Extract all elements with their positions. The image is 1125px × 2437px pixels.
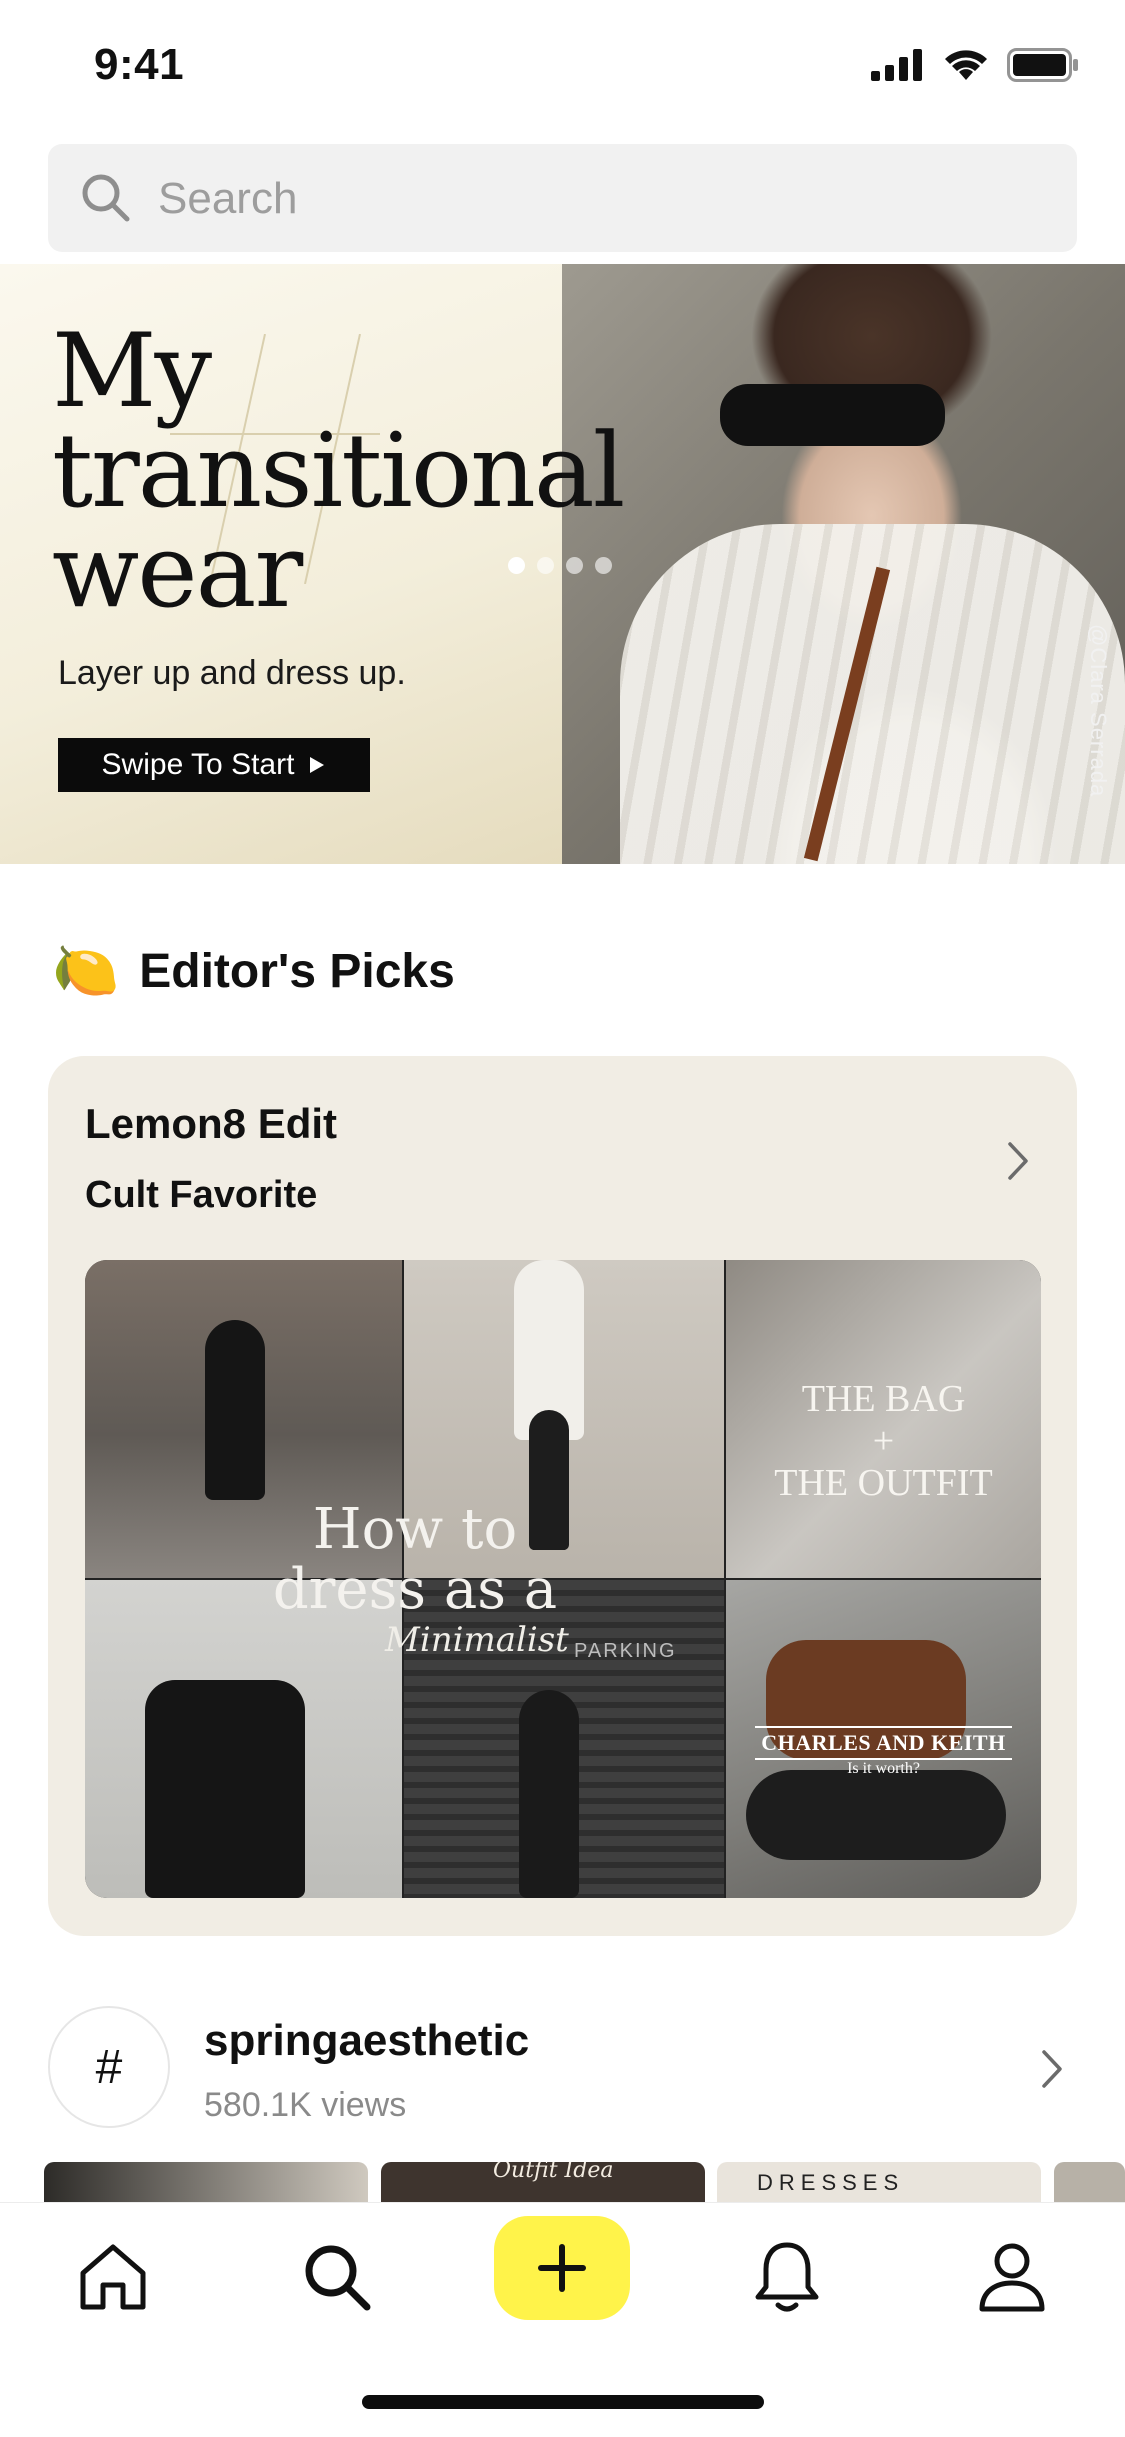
search-input[interactable] — [156, 144, 1040, 254]
chevron-right-icon[interactable] — [1006, 1140, 1032, 1182]
thumbnail-2-text: Outfit Idea — [493, 2162, 614, 2183]
card-subtitle: Cult Favorite — [85, 1174, 318, 1216]
collage-script-text: Minimalist — [385, 1620, 569, 1660]
thumbnail-4[interactable] — [1054, 2162, 1125, 2202]
collage-image[interactable]: PARKING How to dress as a Minimalist THE… — [85, 1260, 1041, 1898]
wifi-icon — [945, 50, 987, 80]
hero-sweater — [620, 524, 1125, 864]
plus-icon — [538, 2244, 586, 2292]
tab-search[interactable] — [292, 2232, 382, 2322]
bag-line3: THE OUTFIT — [774, 1462, 993, 1504]
bell-icon — [755, 2242, 819, 2312]
collage-tile-mirror — [85, 1580, 402, 1898]
battery-icon — [1007, 48, 1078, 82]
photo-credit: @Clara Serrada — [1086, 624, 1111, 798]
carousel-dot-1[interactable] — [508, 557, 525, 574]
carousel-dot-2[interactable] — [537, 557, 554, 574]
collage-line1: How to — [312, 1497, 518, 1562]
collage-line2: dress as a — [272, 1557, 558, 1622]
hashtag-name[interactable]: springaesthetic — [204, 2016, 529, 2066]
thumbnail-2[interactable]: Outfit Idea — [381, 2162, 705, 2202]
lemon-icon: 🍋 — [52, 941, 120, 1001]
home-indicator — [362, 2395, 764, 2409]
hero-sunglasses — [720, 384, 945, 446]
hashtag-views: 580.1K views — [204, 2086, 407, 2124]
carousel-dots[interactable] — [508, 557, 612, 574]
card-title: Lemon8 Edit — [85, 1100, 338, 1147]
home-icon — [80, 2244, 146, 2310]
hero-subtitle: Layer up and dress up. — [58, 654, 406, 692]
bag-overlay-text: THE BAG + THE OUTFIT — [726, 1378, 1041, 1504]
hero-title: My transitional wear — [52, 312, 625, 623]
status-time: 9:41 — [94, 40, 185, 89]
editors-picks-title: Editor's Picks — [139, 945, 455, 998]
carousel-dot-3[interactable] — [566, 557, 583, 574]
bag-line1: THE BAG — [801, 1378, 966, 1420]
profile-icon — [979, 2243, 1045, 2312]
tab-notifications[interactable] — [742, 2232, 832, 2322]
swipe-to-start-button[interactable]: Swipe To Start — [58, 738, 370, 792]
brand-line2: Is it worth? — [847, 1760, 920, 1777]
play-icon — [310, 757, 325, 773]
collage-overlay-title: How to dress as a — [235, 1500, 595, 1620]
status-icons — [871, 48, 1079, 82]
hero-title-line1: My — [52, 312, 212, 431]
thumbnail-1[interactable] — [44, 2162, 368, 2202]
tab-profile[interactable] — [967, 2232, 1057, 2322]
bag-line2: + — [872, 1420, 895, 1462]
thumbnail-3-text: DRESSES — [757, 2170, 905, 2195]
search-icon — [305, 2245, 371, 2311]
hero-title-line2: transitional — [52, 412, 625, 531]
search-icon — [82, 174, 130, 222]
brand-overlay-text: CHARLES AND KEITH Is it worth? — [726, 1726, 1041, 1778]
thumbnail-3[interactable]: DRESSES — [717, 2162, 1041, 2202]
hashtag-icon[interactable]: # — [48, 2006, 170, 2128]
editors-picks-heading: 🍋 Editor's Picks — [52, 940, 455, 1003]
create-post-button[interactable] — [494, 2216, 630, 2320]
swipe-button-label: Swipe To Start — [101, 748, 295, 781]
signal-icon — [871, 49, 922, 81]
wall-sign: PARKING — [574, 1640, 677, 1662]
tab-home[interactable] — [68, 2232, 158, 2322]
brand-line1: CHARLES AND KEITH — [755, 1726, 1012, 1760]
carousel-dot-4[interactable] — [595, 557, 612, 574]
hashtag-thumbnails: Outfit Idea DRESSES — [44, 2162, 1125, 2202]
chevron-right-icon[interactable] — [1040, 2048, 1066, 2090]
search-bar[interactable] — [48, 144, 1077, 254]
